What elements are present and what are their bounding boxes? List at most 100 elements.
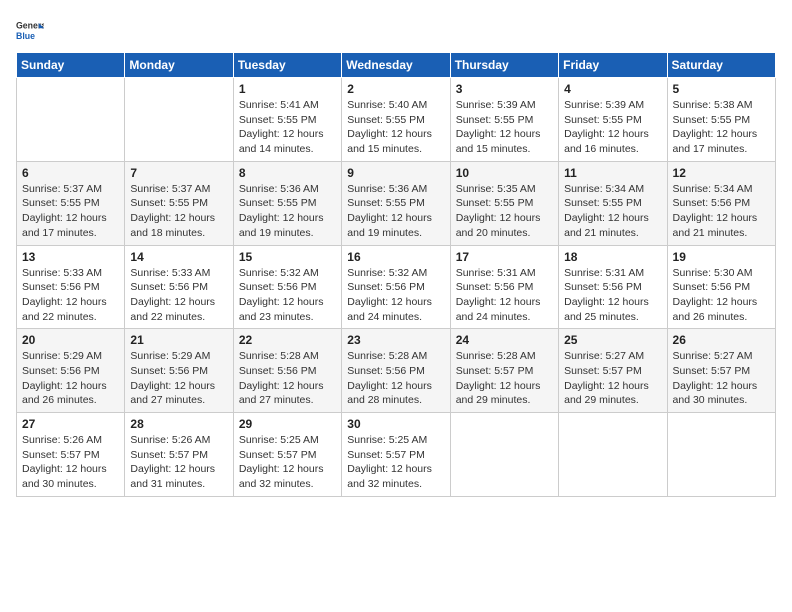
day-number: 21 [130,333,227,347]
calendar-cell: 16Sunrise: 5:32 AM Sunset: 5:56 PM Dayli… [342,245,450,329]
day-number: 6 [22,166,119,180]
day-number: 26 [673,333,770,347]
calendar-cell: 24Sunrise: 5:28 AM Sunset: 5:57 PM Dayli… [450,329,558,413]
day-number: 23 [347,333,444,347]
day-number: 27 [22,417,119,431]
day-info: Sunrise: 5:39 AM Sunset: 5:55 PM Dayligh… [564,98,661,157]
day-number: 30 [347,417,444,431]
day-number: 4 [564,82,661,96]
day-number: 13 [22,250,119,264]
calendar-cell: 7 Sunrise: 5:37 AM Sunset: 5:55 PM Daylig… [125,161,233,245]
calendar-cell: 10 Sunrise: 5:35 AM Sunset: 5:55 PM Dayli… [450,161,558,245]
day-number: 29 [239,417,336,431]
day-number: 7 [130,166,227,180]
calendar-cell: 30 Sunrise: 5:25 AM Sunset: 5:57 PM Dayli… [342,413,450,497]
calendar-cell: 4 Sunrise: 5:39 AM Sunset: 5:55 PM Daylig… [559,78,667,162]
day-info: Sunrise: 5:29 AM Sunset: 5:56 PM Dayligh… [22,349,119,408]
day-number: 1 [239,82,336,96]
day-info: Sunrise: 5:25 AM Sunset: 5:57 PM Dayligh… [239,433,336,492]
calendar-cell: 11 Sunrise: 5:34 AM Sunset: 5:55 PM Dayli… [559,161,667,245]
day-info: Sunrise: 5:41 AM Sunset: 5:55 PM Dayligh… [239,98,336,157]
weekday-wednesday: Wednesday [342,53,450,78]
calendar-cell: 5 Sunrise: 5:38 AM Sunset: 5:55 PM Daylig… [667,78,775,162]
svg-text:Blue: Blue [16,31,35,41]
day-info: Sunrise: 5:36 AM Sunset: 5:55 PM Dayligh… [239,182,336,241]
logo: General Blue [16,16,44,44]
day-info: Sunrise: 5:35 AM Sunset: 5:55 PM Dayligh… [456,182,553,241]
weekday-header-row: SundayMondayTuesdayWednesdayThursdayFrid… [17,53,776,78]
day-number: 2 [347,82,444,96]
day-info: Sunrise: 5:33 AM Sunset: 5:56 PM Dayligh… [22,266,119,325]
day-number: 19 [673,250,770,264]
weekday-thursday: Thursday [450,53,558,78]
day-number: 28 [130,417,227,431]
weekday-friday: Friday [559,53,667,78]
calendar-week-3: 13 Sunrise: 5:33 AM Sunset: 5:56 PM Dayli… [17,245,776,329]
calendar-table: SundayMondayTuesdayWednesdayThursdayFrid… [16,52,776,497]
page-header: General Blue [16,16,776,44]
calendar-cell: 27 Sunrise: 5:26 AM Sunset: 5:57 PM Dayli… [17,413,125,497]
day-number: 12 [673,166,770,180]
calendar-cell: 21 Sunrise: 5:29 AM Sunset: 5:56 PM Dayli… [125,329,233,413]
day-info: Sunrise: 5:29 AM Sunset: 5:56 PM Dayligh… [130,349,227,408]
calendar-cell: 6 Sunrise: 5:37 AM Sunset: 5:55 PM Daylig… [17,161,125,245]
day-info: Sunrise: 5:39 AM Sunset: 5:55 PM Dayligh… [456,98,553,157]
logo-icon: General Blue [16,16,44,44]
calendar-cell: 12 Sunrise: 5:34 AM Sunset: 5:56 PM Dayli… [667,161,775,245]
day-info: Sunrise: 5:36 AM Sunset: 5:55 PM Dayligh… [347,182,444,241]
calendar-week-1: 1 Sunrise: 5:41 AM Sunset: 5:55 PM Daylig… [17,78,776,162]
calendar-cell: 29 Sunrise: 5:25 AM Sunset: 5:57 PM Dayli… [233,413,341,497]
calendar-cell: 8 Sunrise: 5:36 AM Sunset: 5:55 PM Daylig… [233,161,341,245]
calendar-week-5: 27 Sunrise: 5:26 AM Sunset: 5:57 PM Dayli… [17,413,776,497]
day-number: 5 [673,82,770,96]
day-info: Sunrise: 5:30 AM Sunset: 5:56 PM Dayligh… [673,266,770,325]
calendar-cell: 23Sunrise: 5:28 AM Sunset: 5:56 PM Dayli… [342,329,450,413]
calendar-cell: 1 Sunrise: 5:41 AM Sunset: 5:55 PM Daylig… [233,78,341,162]
calendar-cell [559,413,667,497]
day-info: Sunrise: 5:32 AM Sunset: 5:56 PM Dayligh… [239,266,336,325]
day-info: Sunrise: 5:38 AM Sunset: 5:55 PM Dayligh… [673,98,770,157]
day-info: Sunrise: 5:27 AM Sunset: 5:57 PM Dayligh… [673,349,770,408]
day-number: 8 [239,166,336,180]
day-info: Sunrise: 5:31 AM Sunset: 5:56 PM Dayligh… [564,266,661,325]
day-number: 3 [456,82,553,96]
day-info: Sunrise: 5:28 AM Sunset: 5:57 PM Dayligh… [456,349,553,408]
calendar-cell [17,78,125,162]
calendar-cell: 22Sunrise: 5:28 AM Sunset: 5:56 PM Dayli… [233,329,341,413]
day-number: 11 [564,166,661,180]
calendar-week-2: 6 Sunrise: 5:37 AM Sunset: 5:55 PM Daylig… [17,161,776,245]
day-info: Sunrise: 5:37 AM Sunset: 5:55 PM Dayligh… [130,182,227,241]
day-info: Sunrise: 5:26 AM Sunset: 5:57 PM Dayligh… [22,433,119,492]
day-number: 10 [456,166,553,180]
calendar-cell [125,78,233,162]
day-info: Sunrise: 5:27 AM Sunset: 5:57 PM Dayligh… [564,349,661,408]
day-number: 14 [130,250,227,264]
day-number: 17 [456,250,553,264]
calendar-cell: 13 Sunrise: 5:33 AM Sunset: 5:56 PM Dayli… [17,245,125,329]
calendar-cell [667,413,775,497]
calendar-body: 1 Sunrise: 5:41 AM Sunset: 5:55 PM Daylig… [17,78,776,497]
day-number: 22 [239,333,336,347]
calendar-week-4: 20Sunrise: 5:29 AM Sunset: 5:56 PM Dayli… [17,329,776,413]
calendar-cell: 17Sunrise: 5:31 AM Sunset: 5:56 PM Dayli… [450,245,558,329]
day-info: Sunrise: 5:37 AM Sunset: 5:55 PM Dayligh… [22,182,119,241]
day-info: Sunrise: 5:25 AM Sunset: 5:57 PM Dayligh… [347,433,444,492]
calendar-cell: 15Sunrise: 5:32 AM Sunset: 5:56 PM Dayli… [233,245,341,329]
calendar-cell: 18 Sunrise: 5:31 AM Sunset: 5:56 PM Dayli… [559,245,667,329]
day-info: Sunrise: 5:40 AM Sunset: 5:55 PM Dayligh… [347,98,444,157]
calendar-cell: 20Sunrise: 5:29 AM Sunset: 5:56 PM Dayli… [17,329,125,413]
weekday-tuesday: Tuesday [233,53,341,78]
calendar-cell: 9 Sunrise: 5:36 AM Sunset: 5:55 PM Daylig… [342,161,450,245]
weekday-saturday: Saturday [667,53,775,78]
calendar-cell: 3 Sunrise: 5:39 AM Sunset: 5:55 PM Daylig… [450,78,558,162]
calendar-cell: 14Sunrise: 5:33 AM Sunset: 5:56 PM Dayli… [125,245,233,329]
weekday-monday: Monday [125,53,233,78]
day-number: 9 [347,166,444,180]
day-number: 16 [347,250,444,264]
day-info: Sunrise: 5:34 AM Sunset: 5:56 PM Dayligh… [673,182,770,241]
day-info: Sunrise: 5:34 AM Sunset: 5:55 PM Dayligh… [564,182,661,241]
calendar-cell: 25Sunrise: 5:27 AM Sunset: 5:57 PM Dayli… [559,329,667,413]
calendar-cell: 28Sunrise: 5:26 AM Sunset: 5:57 PM Dayli… [125,413,233,497]
day-number: 18 [564,250,661,264]
calendar-cell: 26 Sunrise: 5:27 AM Sunset: 5:57 PM Dayli… [667,329,775,413]
